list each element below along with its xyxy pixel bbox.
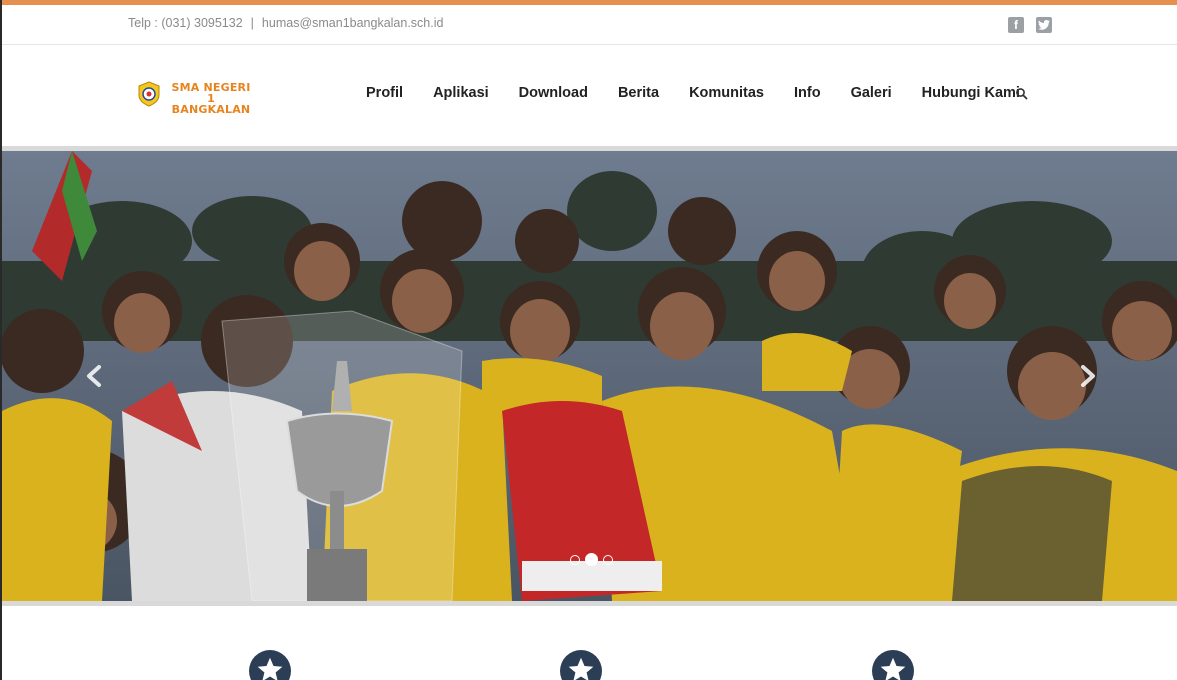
feature-star-icon-3 bbox=[872, 650, 914, 680]
nav-item-profil[interactable]: Profil bbox=[366, 85, 403, 101]
slide-photo bbox=[2, 151, 1177, 601]
feature-star-icon-2 bbox=[560, 650, 602, 680]
star-icon bbox=[568, 657, 594, 680]
star-icon bbox=[257, 657, 283, 680]
chevron-left-icon[interactable] bbox=[84, 365, 106, 387]
nav-item-info[interactable]: Info bbox=[794, 85, 821, 101]
facebook-glyph: f bbox=[1014, 18, 1018, 32]
nav-item-hubungi-kami[interactable]: Hubungi Kami bbox=[922, 85, 1020, 101]
nav-item-komunitas[interactable]: Komunitas bbox=[689, 85, 764, 101]
nav-item-galeri[interactable]: Galeri bbox=[851, 85, 892, 101]
main-nav: Profil Aplikasi Download Berita Komunita… bbox=[366, 85, 1020, 101]
facebook-icon[interactable]: f bbox=[1008, 17, 1024, 33]
logo-line-2: BANGKALAN bbox=[171, 103, 251, 116]
logo-line-1: SMA NEGERI 1 bbox=[171, 81, 251, 105]
slider-dot-2-active[interactable] bbox=[585, 553, 598, 566]
top-bar: Telp : (031) 3095132 | humas@sman1bangkala… bbox=[2, 5, 1177, 45]
slider-pagination bbox=[570, 553, 613, 566]
site-header: SMA NEGERI 1 BANGKALAN Profil Aplikasi D… bbox=[2, 45, 1177, 146]
nav-item-download[interactable]: Download bbox=[519, 85, 588, 101]
contact-info: Telp : (031) 3095132 | humas@sman1bangkala… bbox=[128, 16, 443, 30]
school-emblem-icon bbox=[138, 81, 160, 107]
search-icon[interactable] bbox=[1015, 87, 1029, 101]
chevron-right-icon[interactable] bbox=[1076, 365, 1098, 387]
logo-text: SMA NEGERI 1 BANGKALAN bbox=[166, 82, 256, 115]
hero-slider[interactable] bbox=[2, 151, 1177, 601]
email-link[interactable]: humas@sman1bangkalan.sch.id bbox=[262, 16, 444, 30]
star-icon bbox=[880, 657, 906, 680]
slider-bottom-band bbox=[2, 601, 1177, 606]
feature-star-icon-1 bbox=[249, 650, 291, 680]
page: Telp : (031) 3095132 | humas@sman1bangkala… bbox=[2, 0, 1177, 680]
slider-dot-1[interactable] bbox=[570, 554, 580, 565]
slider-dot-3[interactable] bbox=[603, 554, 613, 565]
nav-item-aplikasi[interactable]: Aplikasi bbox=[433, 85, 489, 101]
contact-separator: | bbox=[250, 16, 254, 30]
phone-text: Telp : (031) 3095132 bbox=[128, 16, 243, 30]
nav-item-berita[interactable]: Berita bbox=[618, 85, 659, 101]
twitter-icon[interactable] bbox=[1036, 17, 1052, 33]
